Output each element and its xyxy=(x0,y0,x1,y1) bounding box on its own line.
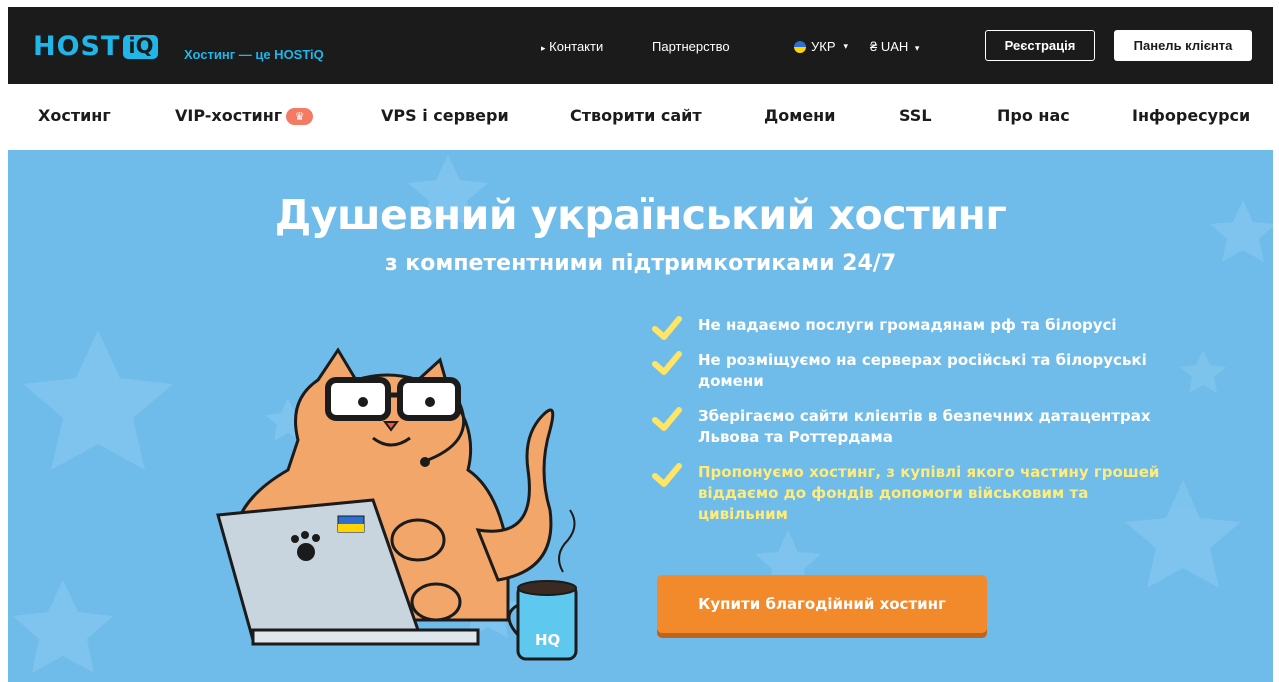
language-label: УКР xyxy=(811,39,836,54)
checkmark-icon xyxy=(652,463,682,487)
buy-charity-hosting-button[interactable]: Купити благодійний хостинг xyxy=(657,575,987,633)
nav-item-create-site[interactable]: Створити сайт xyxy=(570,106,702,125)
hero-section: Душевний український хостинг з компетент… xyxy=(8,150,1273,682)
logo-text: HOST xyxy=(33,31,121,62)
logo[interactable]: HOST iQ xyxy=(33,31,159,62)
nav-item-about[interactable]: Про нас xyxy=(997,106,1070,125)
nav-item-vip-hosting[interactable]: VIP-хостинг ♛ xyxy=(175,106,314,125)
contacts-label: Контакти xyxy=(549,39,604,54)
feature-text: Зберігаємо сайти клієнтів в безпечних да… xyxy=(698,407,1151,446)
nav-item-label: VIP-хостинг xyxy=(175,106,283,125)
feature-text: Не надаємо послуги громадянам рф та біло… xyxy=(698,316,1117,334)
currency-selector[interactable]: ₴ UAH ▾ xyxy=(870,39,919,54)
language-selector[interactable]: УКР ▾ xyxy=(794,39,848,54)
feature-text: Пропонуємо хостинг, з купівлі якого част… xyxy=(698,463,1160,523)
mug-label: HQ xyxy=(535,631,560,649)
ukraine-flag-icon xyxy=(794,40,806,53)
cat-illustration: HQ xyxy=(216,347,578,661)
currency-label: ₴ UAH xyxy=(870,39,909,54)
chevron-down-icon: ▾ xyxy=(914,43,920,53)
partners-link[interactable]: Партнерство xyxy=(652,39,730,54)
hero-subtitle: з компетентними підтримкотиками 24/7 xyxy=(384,251,897,276)
contacts-link[interactable]: ▸ Контакти xyxy=(538,39,603,54)
logo-box: iQ xyxy=(123,34,159,59)
client-panel-button[interactable]: Панель клієнта xyxy=(1114,30,1252,61)
feature-text: Не розміщуємо на серверах російські та б… xyxy=(698,351,1147,390)
tagline: Хостинг — це HOSTiQ xyxy=(184,47,324,62)
arrow-right-icon: ▸ xyxy=(541,43,546,53)
feature-item: Не розміщуємо на серверах російські та б… xyxy=(648,350,1208,392)
nav-item-domains[interactable]: Домени xyxy=(764,106,835,125)
top-bar: HOST iQ Хостинг — це HOSTiQ ▸ Контакти П… xyxy=(8,7,1273,84)
main-nav: Хостинг VIP-хостинг ♛ VPS і сервери Створ… xyxy=(8,84,1273,150)
checkmark-icon xyxy=(652,316,682,340)
feature-item: Зберігаємо сайти клієнтів в безпечних да… xyxy=(648,406,1208,448)
feature-item: Не надаємо послуги громадянам рф та біло… xyxy=(648,315,1208,340)
nav-item-hosting[interactable]: Хостинг xyxy=(38,106,111,125)
checkmark-icon xyxy=(652,351,682,375)
nav-item-ssl[interactable]: SSL xyxy=(899,106,932,125)
crown-icon: ♛ xyxy=(286,108,314,125)
hero-title: Душевний український хостинг xyxy=(274,191,1007,239)
chevron-down-icon: ▾ xyxy=(843,41,849,51)
features-list: Не надаємо послуги громадянам рф та біло… xyxy=(648,315,1208,539)
feature-item-highlight: Пропонуємо хостинг, з купівлі якого част… xyxy=(648,462,1208,525)
nav-item-vps[interactable]: VPS і сервери xyxy=(381,106,509,125)
nav-item-resources[interactable]: Інфоресурси xyxy=(1132,106,1250,125)
checkmark-icon xyxy=(652,407,682,431)
register-button[interactable]: Реєстрація xyxy=(985,30,1095,61)
